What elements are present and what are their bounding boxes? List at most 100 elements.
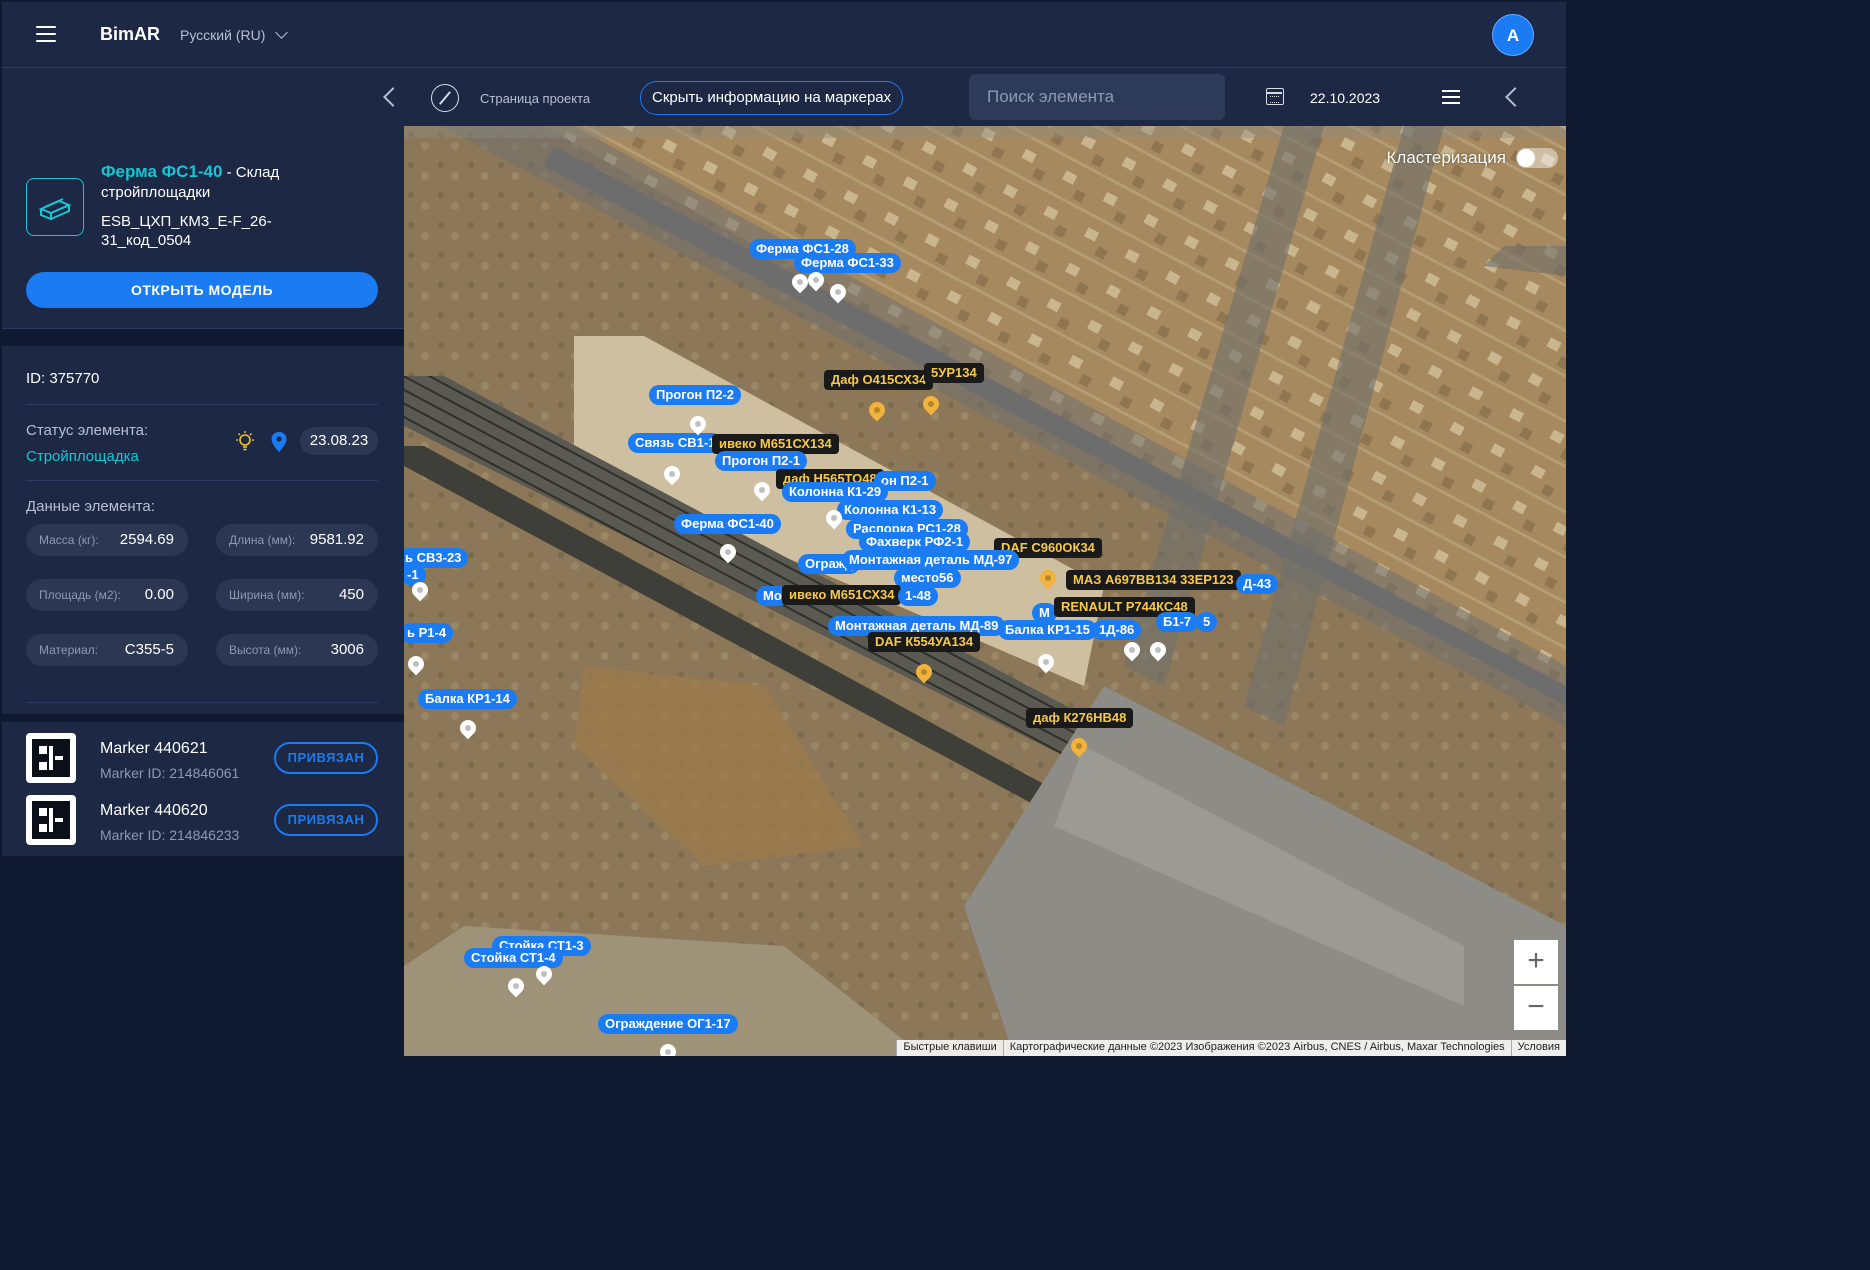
qr-marker-icon: [26, 795, 76, 845]
brand-logo: BimAR: [100, 24, 161, 44]
status-date-badge: 23.08.23: [300, 427, 378, 455]
element-panel: Ферма ФС1-40 - Склад стройплощадки ESB_Ц…: [2, 126, 404, 1064]
clustering-toggle[interactable]: [1516, 148, 1558, 168]
open-model-button[interactable]: ОТКРЫТЬ МОДЕЛЬ: [26, 272, 378, 308]
marker-id: Marker ID: 214846233: [100, 827, 240, 843]
prop-key: Длина (мм):: [229, 533, 296, 547]
divider: [26, 480, 378, 481]
map-marker-label[interactable]: Стойка СТ1-4: [464, 948, 563, 968]
map-marker-label[interactable]: Прогон П2-1: [715, 451, 808, 471]
satellite-map[interactable]: Кластеризация Ферма ФС1-28 Ферма ФС1-33 …: [404, 126, 1566, 1056]
prop-key: Площадь (м2):: [39, 588, 121, 602]
vehicle-label[interactable]: 5УР134: [924, 363, 984, 383]
map-marker-label[interactable]: Колонна К1-29: [782, 482, 889, 502]
language-label: Русский (RU): [180, 27, 266, 43]
map-marker-label[interactable]: 1-48: [898, 586, 939, 606]
prop-key: Масса (кг):: [39, 533, 99, 547]
map-marker-label[interactable]: место56: [894, 568, 961, 588]
map-attribution: Быстрые клавиши Картографические данные …: [896, 1040, 1566, 1056]
bound-status-button[interactable]: ПРИВЯЗАН: [274, 804, 378, 836]
vehicle-label[interactable]: ивеко М651СХ34: [782, 585, 902, 605]
collapse-panel-chevron-icon[interactable]: [382, 86, 394, 108]
element-id: ID: 375770: [26, 370, 100, 387]
vehicle-label[interactable]: МАЗ А697ВВ134 33ЕР123: [1066, 570, 1241, 590]
element-code: ESB_ЦХП_КМ3_E-F_26-31_код_0504: [101, 213, 272, 249]
lightbulb-icon[interactable]: [234, 430, 256, 452]
zoom-in-button[interactable]: +: [1514, 940, 1558, 984]
divider: [26, 702, 378, 703]
map-marker-label[interactable]: Монтажная деталь МД-97: [842, 550, 1020, 570]
map-marker-label[interactable]: Б1-7: [1156, 612, 1199, 632]
element-header-card: Ферма ФС1-40 - Склад стройплощадки ESB_Ц…: [2, 126, 404, 329]
map-marker-label[interactable]: Ферма ФС1-33: [794, 253, 901, 273]
prop-height: Высота (мм): 3006: [216, 634, 378, 666]
compass-icon[interactable]: [431, 84, 459, 112]
map-marker-label[interactable]: Фахверк РФ2-1: [859, 532, 971, 552]
prop-length: Длина (мм): 9581.92: [216, 524, 378, 556]
prop-width: Ширина (мм): 450: [216, 579, 378, 611]
top-header: BimAR Русский (RU) A: [2, 2, 1566, 68]
map-marker-label[interactable]: 1Д-86: [1092, 620, 1142, 640]
map-marker-label[interactable]: Д-43: [1236, 574, 1279, 594]
element-title: Ферма ФС1-40 - Склад стройплощадки: [101, 162, 351, 203]
satellite-imagery: [404, 126, 1566, 1056]
map-marker-label[interactable]: ь Р1-4: [404, 623, 454, 643]
user-avatar[interactable]: A: [1492, 14, 1534, 56]
marker-id: Marker ID: 214846061: [100, 765, 240, 781]
main-menu-icon[interactable]: [36, 26, 56, 42]
language-selector[interactable]: Русский (RU): [180, 26, 289, 43]
status-value[interactable]: Стройплощадка: [26, 448, 139, 465]
keyboard-shortcuts-link[interactable]: Быстрые клавиши: [896, 1040, 1002, 1056]
vehicle-label[interactable]: даф К276НВ48: [1026, 708, 1134, 728]
marker-row[interactable]: Marker 440621 Marker ID: 214846061 ПРИВЯ…: [2, 726, 404, 788]
map-marker-label[interactable]: Колонна К1-13: [837, 500, 944, 520]
hide-marker-info-button[interactable]: Скрыть информацию на маркерах: [640, 81, 904, 115]
qr-marker-icon: [26, 733, 76, 783]
prop-value: 3006: [330, 641, 364, 658]
marker-row[interactable]: Marker 440620 Marker ID: 214846233 ПРИВЯ…: [2, 788, 404, 850]
status-label: Статус элемента:: [26, 422, 149, 439]
element-name: Ферма ФС1-40: [101, 162, 223, 181]
prop-key: Ширина (мм):: [229, 588, 305, 602]
date-selector[interactable]: 22.10.2023: [1310, 90, 1380, 106]
project-page-link[interactable]: Страница проекта: [480, 91, 590, 106]
prop-material: Материал: С355-5: [26, 634, 188, 666]
terms-link[interactable]: Условия: [1510, 1040, 1566, 1056]
map-marker-label[interactable]: Балка КР1-15: [998, 620, 1097, 640]
bottom-strip: [2, 1056, 1566, 1064]
prop-value: 0.00: [144, 586, 174, 603]
vehicle-label[interactable]: Даф О415СХ34: [824, 370, 934, 390]
divider: [26, 404, 378, 405]
map-data-credit: Картографические данные ©2023 Изображени…: [1002, 1040, 1511, 1056]
bound-status-button[interactable]: ПРИВЯЗАН: [274, 742, 378, 774]
prop-value: 2594.69: [119, 531, 174, 548]
map-marker-label[interactable]: Ферма ФС1-40: [674, 514, 781, 534]
prop-key: Высота (мм):: [229, 643, 302, 657]
list-menu-icon[interactable]: [1442, 90, 1460, 104]
collapse-right-chevron-icon[interactable]: [1504, 86, 1516, 108]
prop-area: Площадь (м2): 0.00: [26, 579, 188, 611]
zoom-out-button[interactable]: −: [1514, 986, 1558, 1030]
search-input[interactable]: [969, 74, 1225, 120]
app-window: BimAR Русский (RU) A Страница проекта Ск…: [2, 2, 1566, 1064]
marker-name: Marker 440620: [100, 802, 208, 819]
element-details-card: ID: 375770 Статус элемента: Стройплощадк…: [2, 346, 404, 714]
location-pin-icon[interactable]: [270, 431, 288, 453]
vehicle-label[interactable]: DAF К554УА134: [868, 632, 981, 652]
prop-value: 450: [338, 586, 364, 603]
calendar-icon[interactable]: [1266, 88, 1284, 105]
map-marker-label[interactable]: Связь СВ1-1: [628, 433, 723, 453]
beam-element-icon: [26, 178, 84, 236]
map-marker-label[interactable]: Ограждение ОГ1-17: [598, 1014, 738, 1034]
prop-key: Материал:: [39, 643, 98, 657]
toolbar: Страница проекта Скрыть информацию на ма…: [2, 68, 1566, 126]
marker-name: Marker 440621: [100, 740, 208, 757]
map-marker-label[interactable]: Балка КР1-14: [418, 689, 517, 709]
prop-value: С355-5: [124, 641, 174, 658]
prop-value: 9581.92: [309, 531, 364, 548]
map-marker-label[interactable]: Прогон П2-2: [649, 385, 742, 405]
map-marker-label[interactable]: 5: [1196, 612, 1218, 632]
element-data-label: Данные элемента:: [26, 498, 155, 515]
clustering-label: Кластеризация: [1386, 148, 1506, 167]
prop-mass: Масса (кг): 2594.69: [26, 524, 188, 556]
